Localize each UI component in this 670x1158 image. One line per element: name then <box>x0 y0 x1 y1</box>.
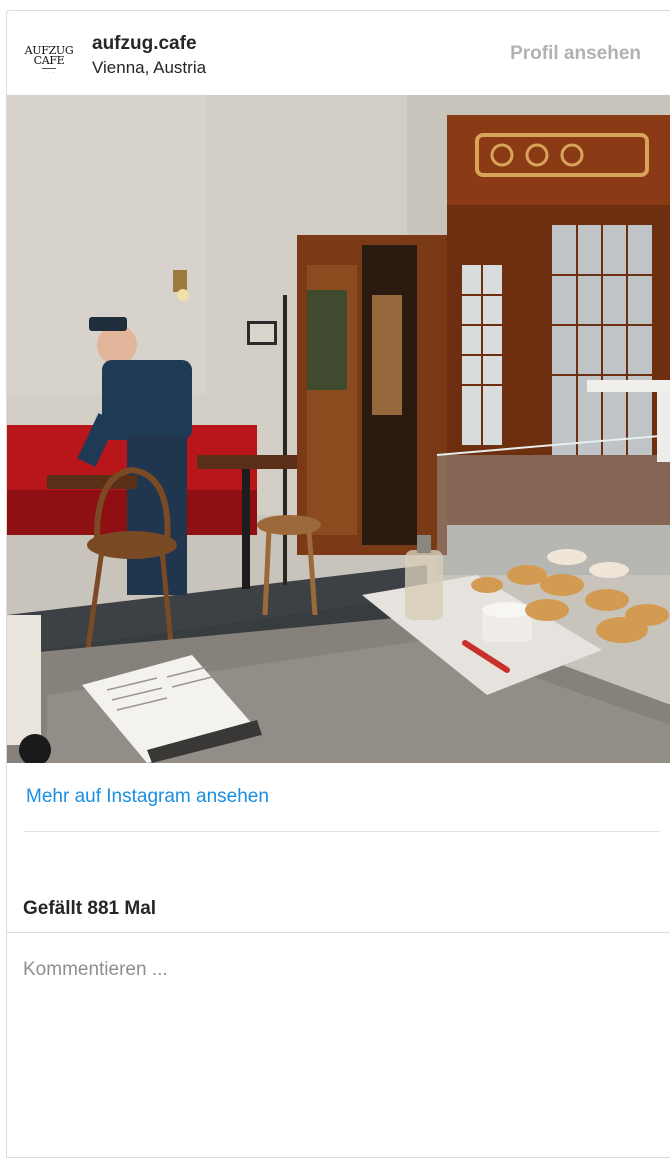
post-image[interactable] <box>7 95 670 763</box>
view-more-on-instagram-link[interactable]: Mehr auf Instagram ansehen <box>26 786 269 808</box>
comment-input[interactable] <box>23 955 643 985</box>
view-profile-button[interactable]: Profil ansehen <box>510 43 641 65</box>
username-link[interactable]: aufzug.cafe <box>92 33 197 55</box>
post-photo-illustration <box>7 95 670 763</box>
avatar-logo-small-text-bottom: · · · <box>44 70 54 75</box>
instagram-embed-card: · · · · · · AUFZUG CAFE · · · aufzug.caf… <box>6 10 670 1158</box>
avatar-logo-line2: CAFE <box>33 54 65 67</box>
profile-avatar[interactable]: · · · · · · AUFZUG CAFE · · · <box>23 32 75 84</box>
avatar-logo-rule <box>42 68 56 69</box>
location-label[interactable]: Vienna, Austria <box>92 58 206 78</box>
divider <box>7 932 670 933</box>
divider <box>24 831 660 832</box>
likes-count[interactable]: Gefällt 881 Mal <box>23 898 156 920</box>
post-header: · · · · · · AUFZUG CAFE · · · aufzug.caf… <box>7 11 670 95</box>
